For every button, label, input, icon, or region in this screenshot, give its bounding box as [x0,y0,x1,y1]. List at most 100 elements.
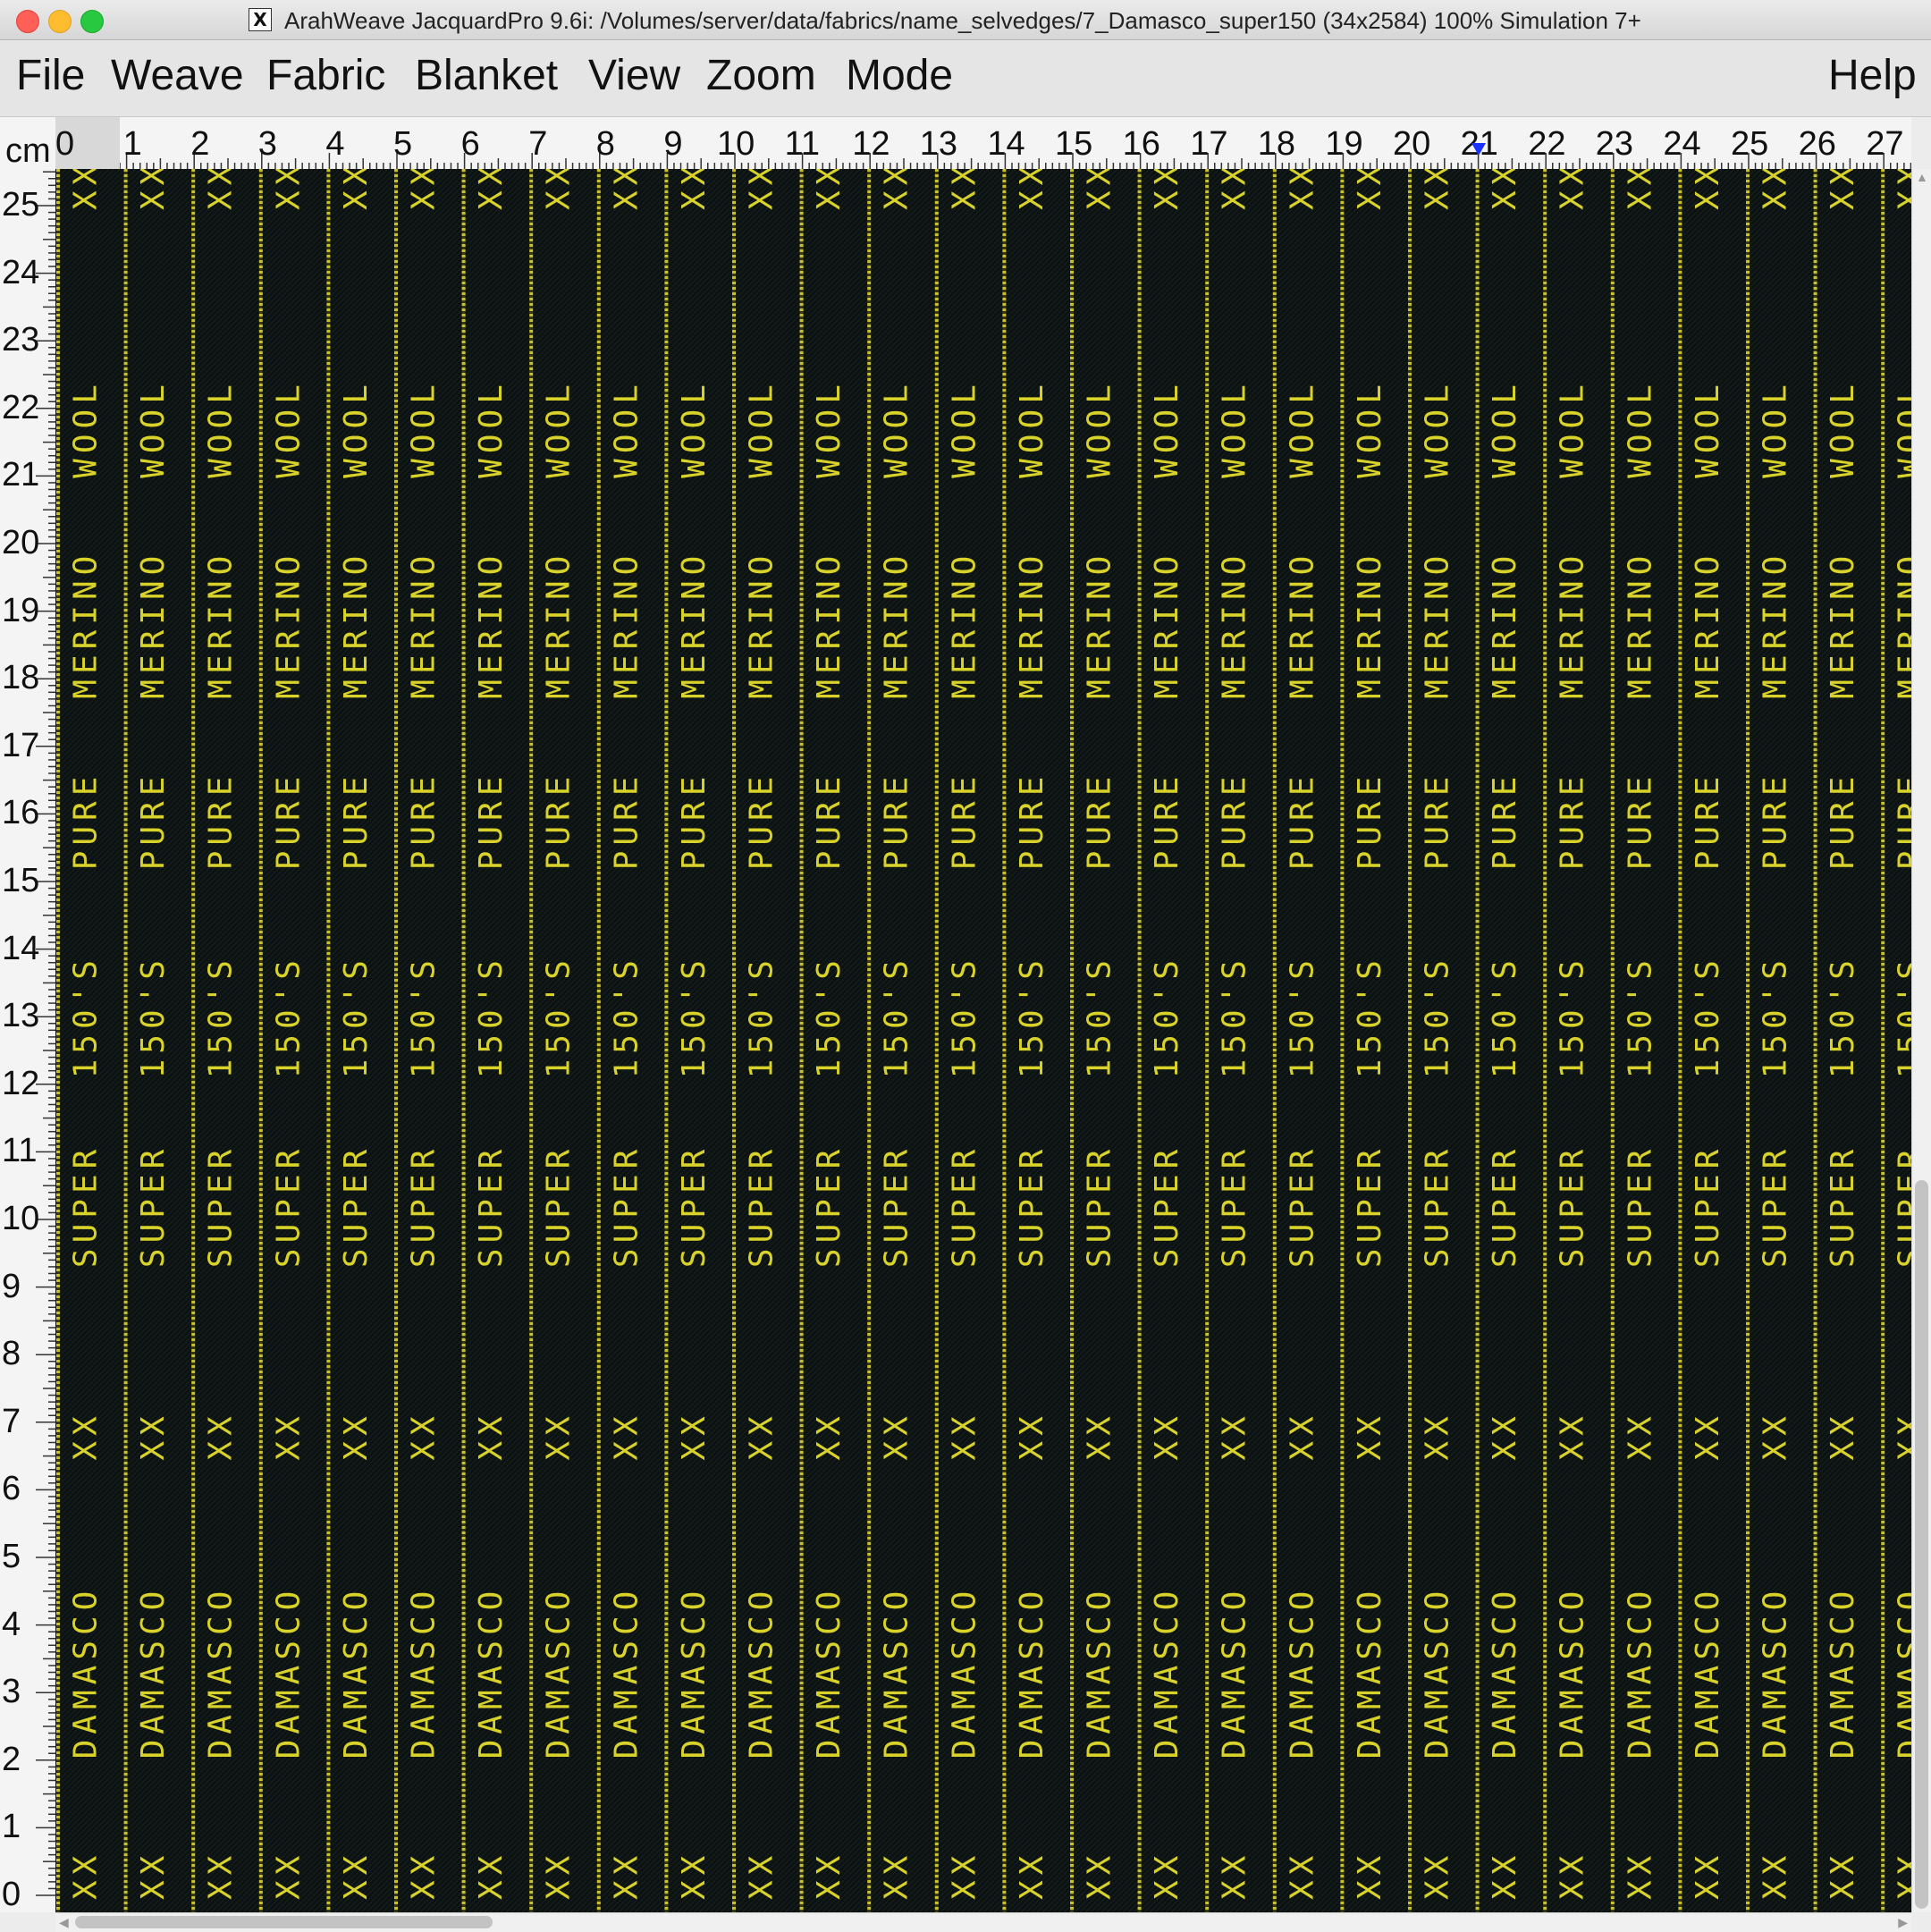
ruler-x-label: 27 [1866,125,1904,163]
woven-label-text: MERINO [135,551,172,699]
woven-label-text: 150'S [203,955,240,1078]
zoom-window-button[interactable] [80,10,104,33]
menu-file[interactable]: File [16,51,85,100]
title-bar: X ArahWeave JacquardPro 9.6i: /Volumes/s… [0,0,1931,40]
woven-label-text: MERINO [1217,551,1253,699]
woven-label-text: SUPER [203,1144,240,1268]
horizontal-scroll-thumb[interactable] [75,1916,493,1928]
woven-label-text: WOOL [1758,379,1794,478]
woven-label-text: MERINO [406,551,443,699]
ruler-y-label: 7 [2,1402,21,1440]
woven-label-text: SUPER [473,1144,510,1268]
ruler-y-label: 2 [2,1740,21,1778]
woven-label-text: WOOL [879,379,915,478]
menu-blanket[interactable]: Blanket [415,51,558,100]
woven-label-text: XX [338,169,375,210]
woven-label-text: MERINO [1825,551,1861,699]
vertical-scroll-thumb[interactable] [1915,1180,1928,1909]
ruler-y-label: 6 [2,1470,21,1508]
woven-label-text: XX [1758,169,1794,210]
woven-label-text: XX [270,1851,307,1900]
ruler-x-label: 13 [919,125,958,163]
scroll-up-arrow-icon[interactable]: ▲ [1916,171,1928,183]
woven-label-text: DAMASCO [1825,1586,1861,1759]
ruler-y-label: 12 [2,1064,40,1102]
woven-label-text: SUPER [338,1144,375,1268]
close-window-button[interactable] [16,10,39,33]
woven-label-text: 150'S [744,955,780,1078]
woven-label-text: SUPER [406,1144,443,1268]
woven-label-text: XX [1217,1411,1253,1460]
woven-label-text: SUPER [744,1144,780,1268]
woven-label-text: XX [68,169,105,210]
woven-label-text: PURE [1622,772,1658,871]
selvedge-stripe [1475,169,1480,1912]
ruler-y-label: 18 [2,659,40,697]
menu-fabric[interactable]: Fabric [266,51,385,100]
woven-label-text: SUPER [879,1144,915,1268]
woven-label-text: SUPER [946,1144,982,1268]
menu-mode[interactable]: Mode [846,51,953,100]
scroll-left-arrow-icon[interactable]: ◀ [59,1916,69,1928]
menu-view[interactable]: View [588,51,680,100]
woven-label-text: 150'S [1352,955,1388,1078]
horizontal-scrollbar[interactable]: ◀ ▶ [55,1912,1911,1932]
menu-weave[interactable]: Weave [111,51,244,100]
woven-label-text: PURE [1149,772,1185,871]
fabric-simulation-canvas[interactable]: XX WOOL MERINO PURE 150'S SUPER XX DAMASCO XX XX W… [55,169,1911,1912]
woven-label-text: DAMASCO [68,1586,105,1759]
woven-label-text: 150'S [946,955,982,1078]
woven-label-text: WOOL [1149,379,1185,478]
woven-label-text: XX [1690,1851,1726,1900]
woven-label-text: XX [1014,1851,1050,1900]
woven-label-text: DAMASCO [608,1586,645,1759]
ruler-x-label: 2 [190,125,210,163]
woven-label-text: DAMASCO [1082,1586,1118,1759]
woven-label-text: PURE [1825,772,1861,871]
woven-label-text: XX [1893,1411,1911,1460]
woven-label-text: XX [1420,1851,1456,1900]
selvedge-stripe [1813,169,1817,1912]
woven-label-text: XX [946,1411,982,1460]
selvedge-stripe [1543,169,1547,1912]
ruler-x-label: 15 [1055,125,1093,163]
menu-zoom[interactable]: Zoom [706,51,816,100]
woven-label-text: SUPER [608,1144,645,1268]
selvedge-stripe [1408,169,1412,1912]
woven-label-text: 150'S [406,955,443,1078]
woven-label-text: SUPER [1555,1144,1591,1268]
woven-label-text: DAMASCO [744,1586,780,1759]
menu-help[interactable]: Help [1828,51,1917,100]
woven-label-text: XX [1622,169,1658,210]
selvedge-stripe [1002,169,1007,1912]
woven-label-text: XX [676,169,713,210]
woven-label-text: 150'S [879,955,915,1078]
woven-label-text: DAMASCO [1149,1586,1185,1759]
scroll-right-arrow-icon[interactable]: ▶ [1898,1916,1908,1928]
woven-label-text: XX [473,169,510,210]
woven-label-text: DAMASCO [338,1586,375,1759]
ruler-x-label: 23 [1595,125,1634,163]
woven-label-text: WOOL [608,379,645,478]
selvedge-stripe [1881,169,1885,1912]
woven-label-text: 150'S [1825,955,1861,1078]
woven-label-text: XX [1420,169,1456,210]
woven-label-text: 150'S [1893,955,1911,1078]
woven-label-text: PURE [1420,772,1456,871]
woven-label-text: XX [1284,1851,1320,1900]
woven-label-text: WOOL [68,379,105,478]
ruler-x-label: 3 [257,125,277,163]
minimize-window-button[interactable] [48,10,72,33]
woven-label-text: DAMASCO [1284,1586,1320,1759]
ruler-y-label: 19 [2,591,40,629]
ruler-x-label: 1 [122,125,142,163]
ruler-x-label: 7 [528,125,548,163]
woven-label-text: XX [1352,169,1388,210]
woven-label-text: SUPER [68,1144,105,1268]
woven-label-text: XX [1352,1411,1388,1460]
woven-label-text: SUPER [1690,1144,1726,1268]
vertical-scrollbar[interactable]: ▲ [1911,169,1931,1912]
ruler-x-label: 25 [1731,125,1769,163]
ruler-y-label: 24 [2,253,40,291]
woven-label-text: PURE [676,772,713,871]
